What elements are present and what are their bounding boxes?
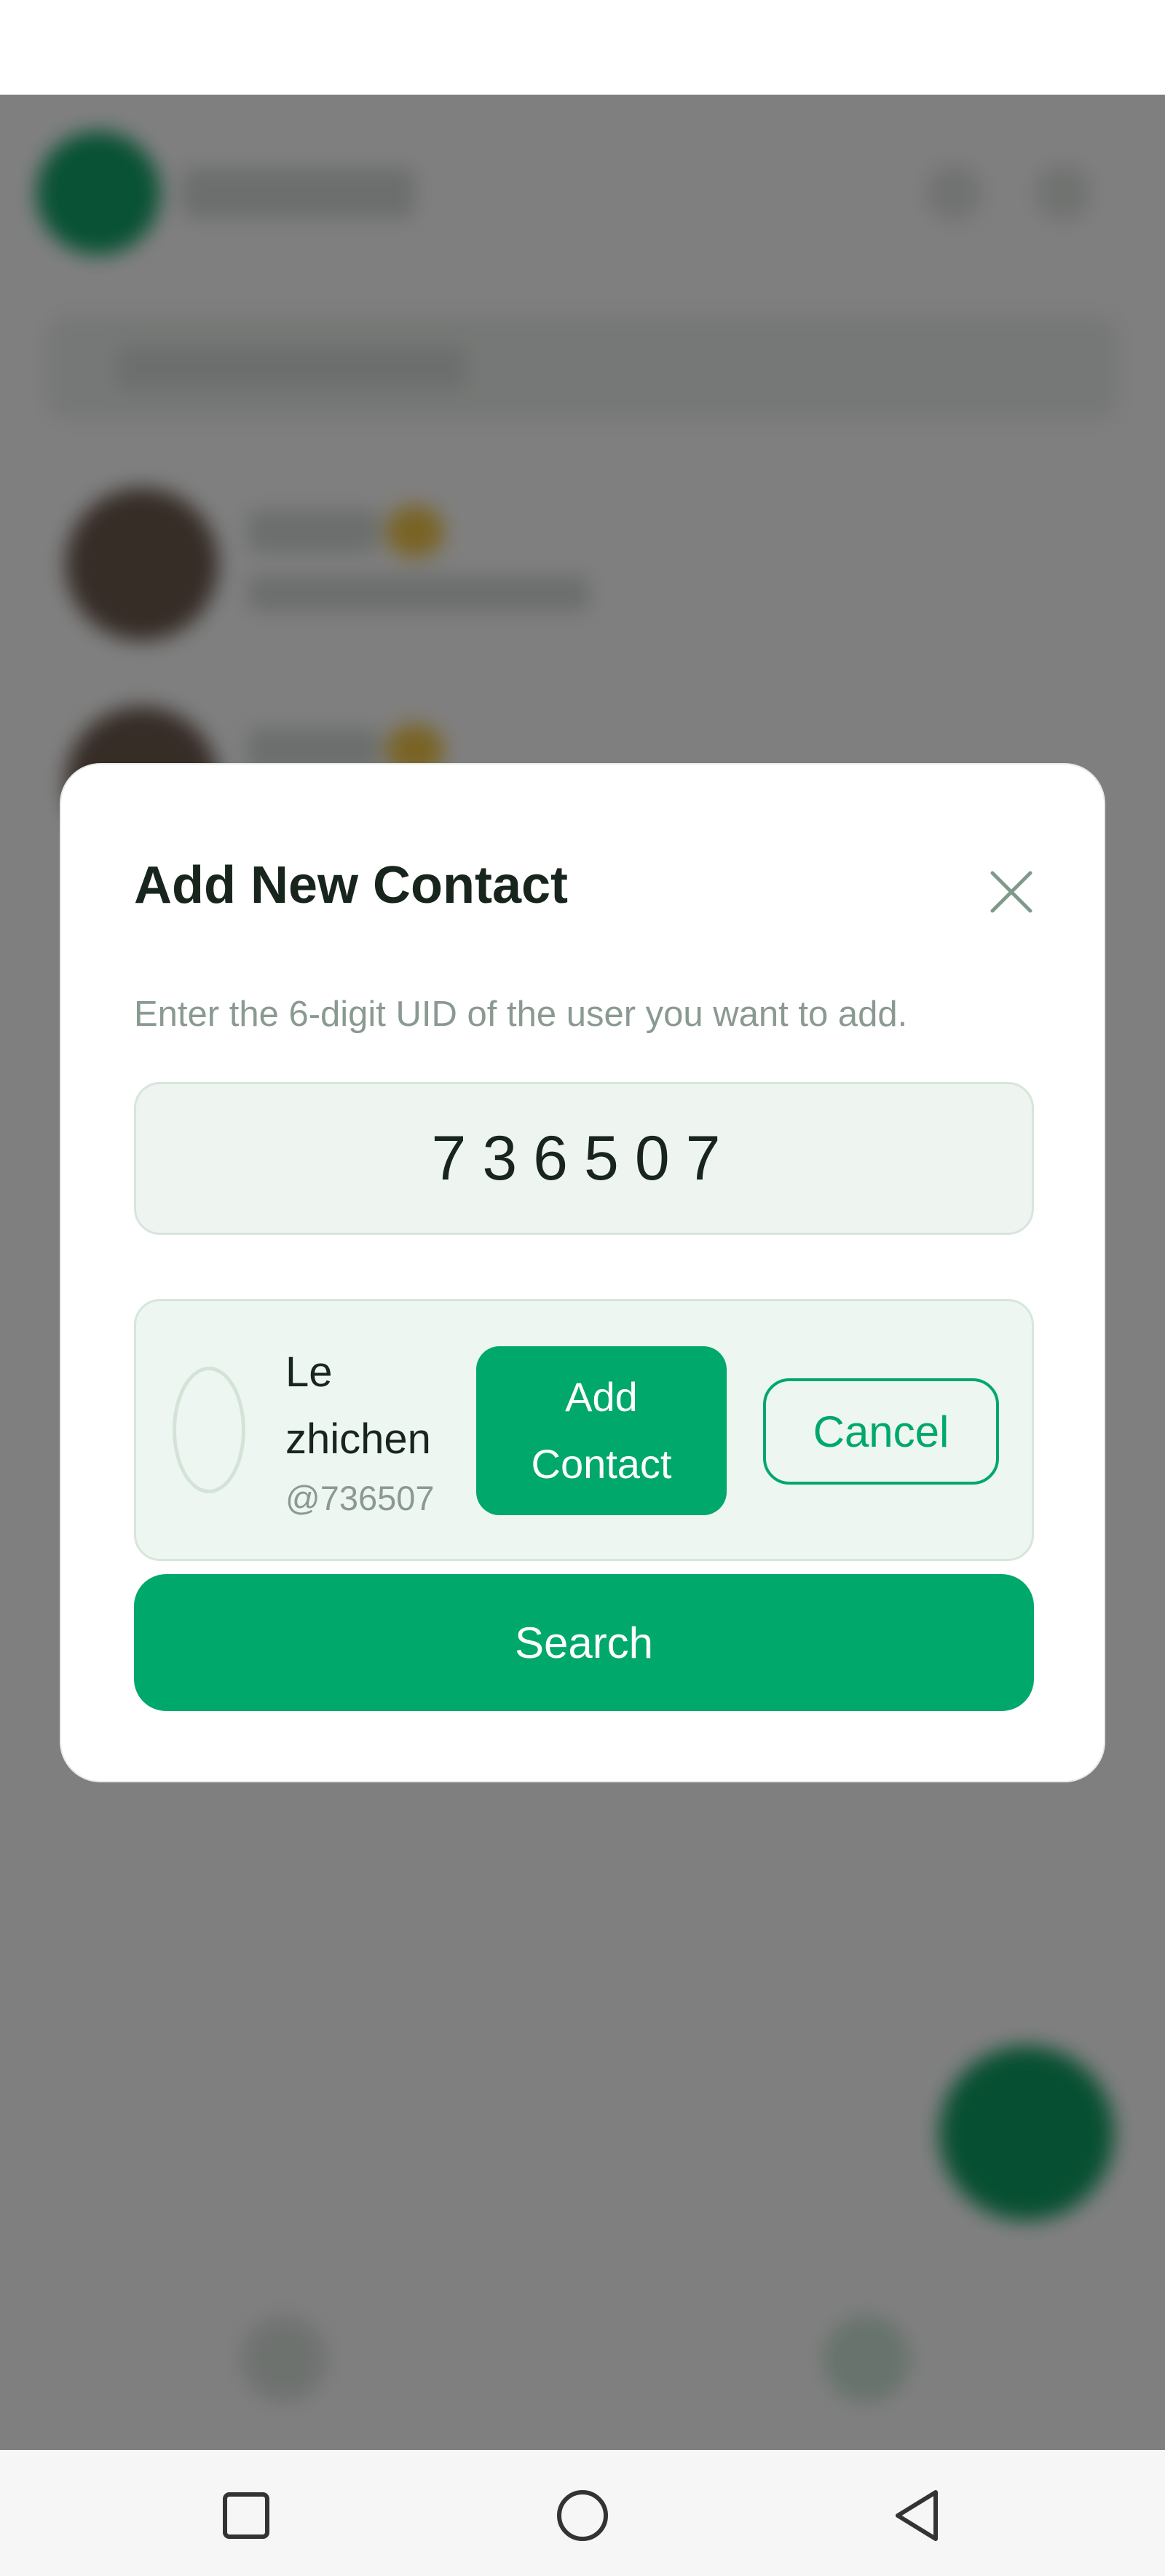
screen: Add New Contact Enter the 6-digit UID of… (0, 0, 1165, 2576)
add-contact-dialog: Add New Contact Enter the 6-digit UID of… (60, 763, 1105, 1782)
cancel-button[interactable]: Cancel (763, 1378, 999, 1485)
result-name: Le zhichen (285, 1348, 431, 1463)
result-uid: @736507 (285, 1479, 435, 1517)
recents-button[interactable] (210, 2479, 283, 2552)
status-bar (0, 0, 1165, 95)
add-contact-button[interactable]: Add Contact (476, 1346, 727, 1515)
avatar (173, 1367, 245, 1493)
close-button[interactable] (971, 852, 1051, 932)
triangle-back-icon (896, 2490, 938, 2541)
dialog-description: Enter the 6-digit UID of the user you wa… (134, 995, 908, 1034)
back-button[interactable] (881, 2479, 954, 2552)
home-button[interactable] (546, 2479, 619, 2552)
circle-home-icon (557, 2490, 608, 2541)
search-result-card: Le zhichen @736507 Add Contact Cancel (134, 1299, 1034, 1561)
dialog-title: Add New Contact (134, 856, 569, 914)
uid-input[interactable] (134, 1082, 1034, 1235)
system-navigation-bar (0, 2450, 1165, 2576)
add-contact-label: Add Contact (531, 1374, 672, 1487)
close-icon (990, 871, 1032, 913)
search-button[interactable]: Search (134, 1574, 1034, 1711)
square-recents-icon (223, 2492, 269, 2539)
